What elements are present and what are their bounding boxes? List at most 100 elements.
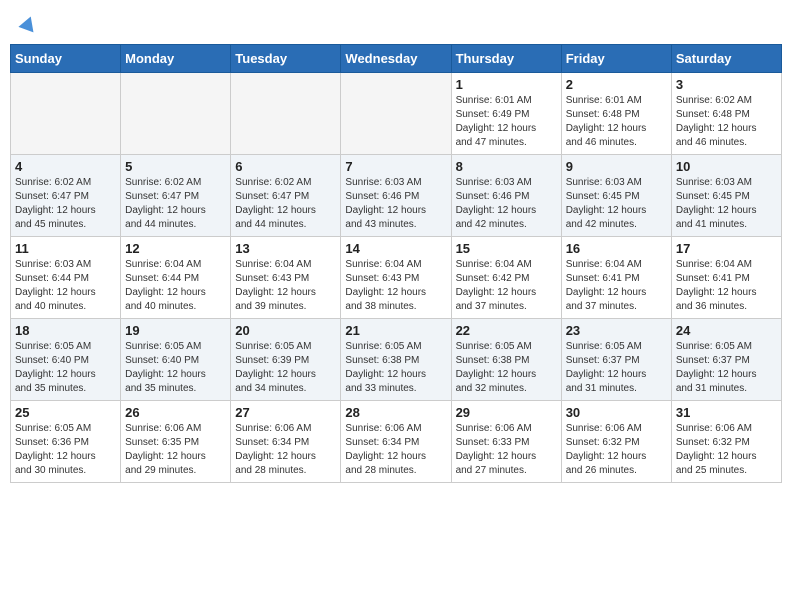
calendar-cell: 30Sunrise: 6:06 AM Sunset: 6:32 PM Dayli… [561, 401, 671, 483]
day-number: 4 [15, 159, 116, 174]
calendar-cell: 11Sunrise: 6:03 AM Sunset: 6:44 PM Dayli… [11, 237, 121, 319]
day-info: Sunrise: 6:03 AM Sunset: 6:46 PM Dayligh… [345, 176, 446, 232]
calendar-week-row: 18Sunrise: 6:05 AM Sunset: 6:40 PM Dayli… [11, 319, 782, 401]
day-number: 21 [345, 323, 446, 338]
calendar-header-row: SundayMondayTuesdayWednesdayThursdayFrid… [11, 45, 782, 73]
day-info: Sunrise: 6:04 AM Sunset: 6:44 PM Dayligh… [125, 258, 226, 314]
day-header-sunday: Sunday [11, 45, 121, 73]
day-info: Sunrise: 6:02 AM Sunset: 6:47 PM Dayligh… [125, 176, 226, 232]
calendar-cell: 1 Sunrise: 6:01 AM Sunset: 6:49 PM Daylig… [451, 73, 561, 155]
calendar-cell [11, 73, 121, 155]
day-number: 16 [566, 241, 667, 256]
day-number: 19 [125, 323, 226, 338]
day-info: Sunrise: 6:03 AM Sunset: 6:45 PM Dayligh… [676, 176, 777, 232]
calendar-cell: 10 Sunrise: 6:03 AM Sunset: 6:45 PM Dayli… [671, 155, 781, 237]
day-info: Sunrise: 6:02 AM Sunset: 6:47 PM Dayligh… [235, 176, 336, 232]
calendar-cell: 4Sunrise: 6:02 AM Sunset: 6:47 PM Daylig… [11, 155, 121, 237]
day-info: Sunrise: 6:01 AM Sunset: 6:49 PM Dayligh… [456, 94, 557, 150]
day-number: 1 [456, 77, 557, 92]
calendar-week-row: 4 Sunrise: 6:02 AM Sunset: 6:47 PM Daylig… [11, 155, 782, 237]
day-info: Sunrise: 6:04 AM Sunset: 6:42 PM Dayligh… [456, 258, 557, 314]
calendar-cell: 13Sunrise: 6:04 AM Sunset: 6:43 PM Dayli… [231, 237, 341, 319]
calendar-cell: 6 Sunrise: 6:02 AM Sunset: 6:47 PM Daylig… [231, 155, 341, 237]
calendar-week-row: 1 Sunrise: 6:01 AM Sunset: 6:49 PM Daylig… [11, 73, 782, 155]
calendar-cell: 28 Sunrise: 6:06 AM Sunset: 6:34 PM Dayli… [341, 401, 451, 483]
day-number: 24 [676, 323, 777, 338]
logo [18, 14, 38, 32]
calendar-cell: 29 Sunrise: 6:06 AM Sunset: 6:33 PM Dayli… [451, 401, 561, 483]
day-number: 23 [566, 323, 667, 338]
calendar-cell [341, 73, 451, 155]
day-info: Sunrise: 6:05 AM Sunset: 6:39 PM Dayligh… [235, 340, 336, 396]
day-number: 26 [125, 405, 226, 420]
day-info: Sunrise: 6:05 AM Sunset: 6:37 PM Dayligh… [566, 340, 667, 396]
day-info: Sunrise: 6:06 AM Sunset: 6:34 PM Dayligh… [235, 422, 336, 478]
day-header-friday: Friday [561, 45, 671, 73]
day-info: Sunrise: 6:06 AM Sunset: 6:35 PM Dayligh… [125, 422, 226, 478]
day-info: Sunrise: 6:06 AM Sunset: 6:33 PM Dayligh… [456, 422, 557, 478]
day-number: 7 [345, 159, 446, 174]
calendar-cell: 2 Sunrise: 6:01 AM Sunset: 6:48 PM Daylig… [561, 73, 671, 155]
day-info: Sunrise: 6:04 AM Sunset: 6:43 PM Dayligh… [345, 258, 446, 314]
calendar-cell: 22 Sunrise: 6:05 AM Sunset: 6:38 PM Dayli… [451, 319, 561, 401]
calendar-table: SundayMondayTuesdayWednesdayThursdayFrid… [10, 44, 782, 483]
day-number: 2 [566, 77, 667, 92]
calendar-cell: 31 Sunrise: 6:06 AM Sunset: 6:32 PM Dayli… [671, 401, 781, 483]
day-number: 13 [235, 241, 336, 256]
day-number: 17 [676, 241, 777, 256]
day-header-wednesday: Wednesday [341, 45, 451, 73]
calendar-cell: 12 Sunrise: 6:04 AM Sunset: 6:44 PM Dayli… [121, 237, 231, 319]
calendar-cell: 16 Sunrise: 6:04 AM Sunset: 6:41 PM Dayli… [561, 237, 671, 319]
day-number: 31 [676, 405, 777, 420]
logo-triangle-icon [18, 14, 38, 34]
day-info: Sunrise: 6:03 AM Sunset: 6:45 PM Dayligh… [566, 176, 667, 232]
calendar-cell: 17 Sunrise: 6:04 AM Sunset: 6:41 PM Dayli… [671, 237, 781, 319]
calendar-cell: 15 Sunrise: 6:04 AM Sunset: 6:42 PM Dayli… [451, 237, 561, 319]
calendar-cell: 23 Sunrise: 6:05 AM Sunset: 6:37 PM Dayli… [561, 319, 671, 401]
day-info: Sunrise: 6:04 AM Sunset: 6:41 PM Dayligh… [566, 258, 667, 314]
day-info: Sunrise: 6:05 AM Sunset: 6:40 PM Dayligh… [125, 340, 226, 396]
day-header-tuesday: Tuesday [231, 45, 341, 73]
calendar-week-row: 25Sunrise: 6:05 AM Sunset: 6:36 PM Dayli… [11, 401, 782, 483]
day-info: Sunrise: 6:05 AM Sunset: 6:36 PM Dayligh… [15, 422, 116, 478]
calendar-cell: 20Sunrise: 6:05 AM Sunset: 6:39 PM Dayli… [231, 319, 341, 401]
day-info: Sunrise: 6:05 AM Sunset: 6:40 PM Dayligh… [15, 340, 116, 396]
day-number: 14 [345, 241, 446, 256]
calendar-week-row: 11Sunrise: 6:03 AM Sunset: 6:44 PM Dayli… [11, 237, 782, 319]
day-number: 27 [235, 405, 336, 420]
day-info: Sunrise: 6:06 AM Sunset: 6:34 PM Dayligh… [345, 422, 446, 478]
calendar-cell: 26 Sunrise: 6:06 AM Sunset: 6:35 PM Dayli… [121, 401, 231, 483]
day-number: 28 [345, 405, 446, 420]
day-number: 9 [566, 159, 667, 174]
calendar-cell: 5 Sunrise: 6:02 AM Sunset: 6:47 PM Daylig… [121, 155, 231, 237]
day-info: Sunrise: 6:01 AM Sunset: 6:48 PM Dayligh… [566, 94, 667, 150]
day-info: Sunrise: 6:04 AM Sunset: 6:41 PM Dayligh… [676, 258, 777, 314]
calendar-cell: 25Sunrise: 6:05 AM Sunset: 6:36 PM Dayli… [11, 401, 121, 483]
calendar-cell: 24 Sunrise: 6:05 AM Sunset: 6:37 PM Dayli… [671, 319, 781, 401]
calendar-cell [231, 73, 341, 155]
day-info: Sunrise: 6:05 AM Sunset: 6:38 PM Dayligh… [345, 340, 446, 396]
calendar-cell: 18Sunrise: 6:05 AM Sunset: 6:40 PM Dayli… [11, 319, 121, 401]
calendar-cell: 19 Sunrise: 6:05 AM Sunset: 6:40 PM Dayli… [121, 319, 231, 401]
day-number: 10 [676, 159, 777, 174]
day-header-thursday: Thursday [451, 45, 561, 73]
day-number: 29 [456, 405, 557, 420]
day-number: 8 [456, 159, 557, 174]
page-header [10, 10, 782, 36]
day-number: 5 [125, 159, 226, 174]
day-info: Sunrise: 6:05 AM Sunset: 6:37 PM Dayligh… [676, 340, 777, 396]
day-info: Sunrise: 6:06 AM Sunset: 6:32 PM Dayligh… [566, 422, 667, 478]
day-info: Sunrise: 6:02 AM Sunset: 6:48 PM Dayligh… [676, 94, 777, 150]
calendar-cell: 3Sunrise: 6:02 AM Sunset: 6:48 PM Daylig… [671, 73, 781, 155]
day-number: 15 [456, 241, 557, 256]
day-number: 22 [456, 323, 557, 338]
calendar-cell: 8Sunrise: 6:03 AM Sunset: 6:46 PM Daylig… [451, 155, 561, 237]
day-info: Sunrise: 6:06 AM Sunset: 6:32 PM Dayligh… [676, 422, 777, 478]
day-info: Sunrise: 6:05 AM Sunset: 6:38 PM Dayligh… [456, 340, 557, 396]
day-number: 6 [235, 159, 336, 174]
day-number: 11 [15, 241, 116, 256]
day-number: 12 [125, 241, 226, 256]
calendar-cell [121, 73, 231, 155]
day-header-saturday: Saturday [671, 45, 781, 73]
calendar-cell: 27 Sunrise: 6:06 AM Sunset: 6:34 PM Dayli… [231, 401, 341, 483]
